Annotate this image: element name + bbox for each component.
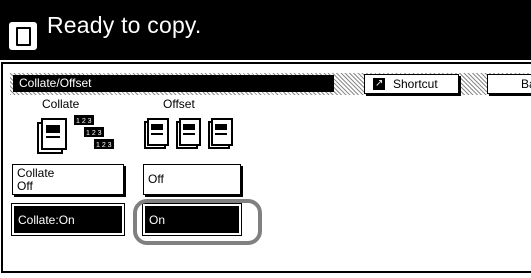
collate-stack-label-1: 1 2 3	[76, 118, 92, 125]
offset-off-button[interactable]: Off	[143, 164, 241, 195]
copy-status-icon	[9, 22, 37, 50]
status-bar: Ready to copy.	[0, 0, 531, 60]
collate-on-button[interactable]: Collate:On	[11, 203, 125, 236]
collate-illustration-icon: 1 2 3 1 2 3 1 2 3	[37, 115, 114, 154]
collate-off-button[interactable]: Collate Off	[12, 164, 124, 195]
back-button[interactable]: Ba	[487, 74, 531, 94]
shortcut-icon: ↗	[373, 78, 385, 90]
shortcut-button[interactable]: ↗ Shortcut	[364, 74, 459, 94]
offset-off-label: Off	[148, 172, 164, 186]
collate-off-label-line2: Off	[17, 179, 33, 193]
collate-stack-label-2: 1 2 3	[86, 130, 102, 137]
panel-title: Collate/Offset	[13, 75, 334, 92]
collate-column-label: Collate	[42, 97, 80, 111]
collate-stack-label-3: 1 2 3	[96, 142, 112, 149]
collate-on-label: Collate:On	[18, 213, 75, 227]
shortcut-label: Shortcut	[393, 77, 438, 91]
status-message: Ready to copy.	[47, 12, 202, 38]
back-label: Ba	[521, 77, 531, 91]
offset-column-label: Offset	[163, 97, 195, 111]
offset-illustration-icon	[144, 118, 233, 149]
highlight-callout	[133, 199, 262, 245]
